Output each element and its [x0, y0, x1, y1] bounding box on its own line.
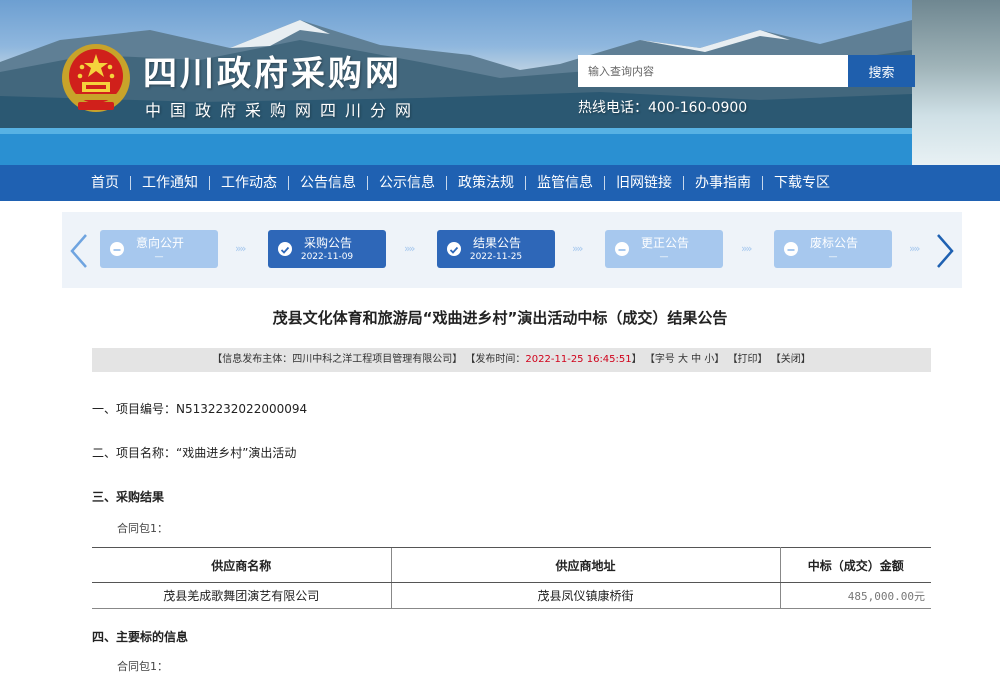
step-result-notice[interactable]: 结果公告 2022-11-25 [437, 230, 555, 268]
section-heading-results: 三、采购结果 [92, 490, 165, 504]
publish-time-end: 】 [631, 354, 642, 365]
step-label: 更正公告 [641, 236, 690, 250]
step-date: — [828, 252, 838, 262]
section-heading-main-items: 四、主要标的信息 [92, 630, 189, 644]
table-header-bid-amount: 中标（成交）金额 [779, 547, 931, 583]
site-title[interactable]: 四川政府采购网 [143, 46, 402, 95]
main-nav: 首页 工作通知 工作动态 公告信息 公示信息 政策法规 监管信息 旧网链接 办事… [0, 165, 1000, 201]
nav-item-home[interactable]: 首页 [80, 165, 130, 201]
table-header-supplier-name: 供应商名称 [92, 547, 391, 583]
chevron-left-icon[interactable] [68, 232, 90, 270]
step-label: 意向公开 [136, 236, 185, 250]
hotline-text: 热线电话：400-160-0900 [578, 100, 748, 116]
step-date: — [659, 252, 669, 262]
result-table: 供应商名称 供应商地址 中标（成交）金额 茂县羌成歌舞团演艺有限公司 茂县凤仪镇… [92, 547, 931, 609]
supplier-name-cell: 茂县羌成歌舞团演艺有限公司 [92, 582, 391, 609]
nav-item-policies[interactable]: 政策法规 [447, 165, 525, 201]
double-chevron-icon: »» [909, 242, 921, 255]
step-correction-notice[interactable]: 更正公告 — [605, 230, 723, 268]
step-label: 废标公告 [810, 236, 859, 250]
step-label: 采购公告 [304, 236, 353, 250]
publisher-info: 【信息发布主体：四川中科之洋工程项目管理有限公司】 [212, 354, 463, 365]
publish-time-label: 【发布时间： [465, 354, 526, 365]
double-chevron-icon: »» [572, 242, 584, 255]
step-failed-bid-notice[interactable]: 废标公告 — [774, 230, 892, 268]
chevron-right-icon[interactable] [934, 232, 956, 270]
nav-item-public-notice[interactable]: 公示信息 [368, 165, 446, 201]
site-subtitle: 中国政府采购网四川分网 [145, 101, 421, 120]
step-date: 2022-11-09 [300, 252, 354, 262]
process-steps: 意向公开 — »» 采购公告 2022-11-09 »» 结果公告 2022-1… [62, 212, 962, 288]
nav-item-old-site[interactable]: 旧网链接 [605, 165, 683, 201]
step-label: 结果公告 [473, 236, 522, 250]
project-number: 一、项目编号：N5132232022000094 [92, 402, 308, 416]
nav-item-work-news[interactable]: 工作动态 [210, 165, 288, 201]
table-header-supplier-address: 供应商地址 [390, 547, 781, 583]
step-intent-public[interactable]: 意向公开 — [100, 230, 218, 268]
nav-item-announcements[interactable]: 公告信息 [289, 165, 367, 201]
step-date: — [154, 252, 164, 262]
table-row: 茂县羌成歌舞团演艺有限公司 茂县凤仪镇康桥街 485,000.00元 [92, 582, 931, 609]
bid-amount-cell: 485,000.00元 [780, 582, 931, 609]
search-input[interactable] [578, 55, 848, 87]
article-title: 茂县文化体育和旅游局“戏曲进乡村”演出活动中标（成交）结果公告 [272, 309, 728, 327]
contract-package-label: 合同包1： [117, 660, 168, 673]
article-info-bar: 【信息发布主体：四川中科之洋工程项目管理有限公司】 【发布时间：2022-11-… [92, 348, 931, 372]
font-size-control[interactable]: 【字号 大 中 小】 [645, 354, 725, 365]
nav-item-guide[interactable]: 办事指南 [684, 165, 762, 201]
header-banner: 四川政府采购网 中国政府采购网四川分网 搜索 热线电话：400-160-0900 [0, 0, 1000, 165]
nav-item-work-notice[interactable]: 工作通知 [131, 165, 209, 201]
step-date: 2022-11-25 [469, 252, 523, 262]
table-header-row: 供应商名称 供应商地址 中标（成交）金额 [92, 547, 931, 583]
project-name: 二、项目名称：“戏曲进乡村”演出活动 [92, 446, 297, 460]
waterfall-decoration [912, 0, 1000, 165]
contract-package-label: 合同包1： [117, 522, 168, 535]
double-chevron-icon: »» [235, 242, 247, 255]
step-procurement-notice[interactable]: 采购公告 2022-11-09 [268, 230, 386, 268]
nav-item-downloads[interactable]: 下载专区 [763, 165, 841, 201]
print-link[interactable]: 【打印】 [728, 354, 768, 365]
nav-item-supervision[interactable]: 监管信息 [526, 165, 604, 201]
national-emblem-icon [62, 44, 130, 112]
close-link[interactable]: 【关闭】 [771, 354, 811, 365]
double-chevron-icon: »» [741, 242, 753, 255]
publish-time-value: 2022-11-25 16:45:51 [525, 354, 632, 365]
double-chevron-icon: »» [404, 242, 416, 255]
supplier-address-cell: 茂县凤仪镇康桥街 [390, 582, 781, 609]
search-button[interactable]: 搜索 [848, 55, 915, 87]
